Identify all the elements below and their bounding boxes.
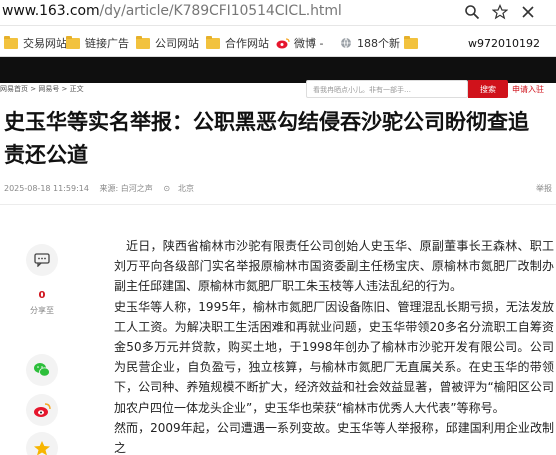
bookmark-label: 微博 - xyxy=(294,37,324,50)
paragraph: 近日，陕西省榆林市沙驼有限责任公司创始人史玉华、原副董事长王森林、职工刘万平向各… xyxy=(114,239,554,294)
bookmark-folder-trading[interactable]: 交易网站 xyxy=(4,34,67,52)
bookmark-label: 合作网站 xyxy=(225,37,269,50)
url-host: www.163.com xyxy=(2,3,100,19)
bookmark-label: 链接广告 xyxy=(85,37,129,50)
bookmark-label: 188个新 xyxy=(357,37,400,50)
comment-count: 0 xyxy=(38,290,46,301)
article-body: 近日，陕西省榆林市沙驼有限责任公司创始人史玉华、原副董事长王森林、职工刘万平向各… xyxy=(114,236,554,455)
address-bar[interactable]: www.163.com/dy/article/K789CFI10514CICL.… xyxy=(0,0,556,26)
url-path: /dy/article/K789CFI10514CICL.html xyxy=(99,3,342,19)
weibo-icon xyxy=(34,403,51,417)
folder-icon xyxy=(4,35,18,49)
bookmark-folder-company[interactable]: 公司网站 xyxy=(136,34,199,52)
bookmark-folder-more[interactable] xyxy=(404,34,423,52)
folder-icon xyxy=(136,35,150,49)
article-meta: 2025-08-18 11:59:14 来源: 白河之声 ⊙ 北京 xyxy=(4,183,202,194)
article-date: 2025-08-18 11:59:14 xyxy=(4,184,89,193)
share-qzone-button[interactable] xyxy=(26,432,58,455)
breadcrumb[interactable]: 网易首页 > 网易号 > 正文 xyxy=(0,84,84,94)
close-tab-icon[interactable] xyxy=(518,2,538,22)
divider xyxy=(0,204,556,205)
qzone-star-icon xyxy=(34,441,50,455)
paragraph: 史玉华等人称，1995年，榆林市氮肥厂因设备陈旧、管理混乱长期亏损，无法发放工人… xyxy=(114,299,554,415)
share-weibo-button[interactable] xyxy=(26,394,58,426)
report-link[interactable]: 举报 xyxy=(536,183,552,194)
site-nav-strip: 网易首页 > 网易号 > 正文 看我冉晒点小儿。非有一部手… 搜索 申请入驻 xyxy=(0,80,556,98)
comment-button[interactable] xyxy=(26,244,58,276)
paragraph: 然而，2009年起，公司遭遇一系列变故。史玉华等人举报称，邱建国利用企业改制之 xyxy=(114,420,554,455)
zoom-icon[interactable] xyxy=(462,2,482,22)
share-label: 分享至 xyxy=(30,306,54,315)
folder-icon xyxy=(66,35,80,49)
article-location: 北京 xyxy=(178,184,195,193)
share-wechat-button[interactable] xyxy=(26,354,58,386)
apply-link[interactable]: 申请入驻 xyxy=(512,84,544,95)
search-button[interactable]: 搜索 xyxy=(468,80,508,98)
bookmark-188[interactable]: 188个新 xyxy=(340,34,400,52)
bookmark-folder-links[interactable]: 链接广告 xyxy=(66,34,129,52)
comment-icon xyxy=(34,253,50,267)
star-icon[interactable] xyxy=(490,2,510,22)
bookmark-weibo[interactable]: 微博 - xyxy=(276,34,323,52)
search-input[interactable]: 看我冉晒点小儿。非有一部手… xyxy=(306,80,468,98)
globe-icon xyxy=(341,37,351,49)
bookmark-folder-partner[interactable]: 合作网站 xyxy=(206,34,269,52)
wechat-icon xyxy=(34,363,50,377)
weibo-icon xyxy=(276,38,290,49)
folder-icon xyxy=(206,35,220,49)
user-watermark: w972010192 xyxy=(468,37,540,50)
folder-icon xyxy=(404,35,418,49)
url-text[interactable]: www.163.com/dy/article/K789CFI10514CICL.… xyxy=(2,3,342,19)
location-pin-icon: ⊙ xyxy=(163,184,171,193)
bookmark-label: 交易网站 xyxy=(23,37,67,50)
article-source[interactable]: 来源: 白河之声 xyxy=(100,184,153,193)
article-title: 史玉华等实名举报：公职黑恶勾结侵吞沙驼公司盼彻查追责还公道 xyxy=(4,110,529,167)
bookmark-label: 公司网站 xyxy=(155,37,199,50)
